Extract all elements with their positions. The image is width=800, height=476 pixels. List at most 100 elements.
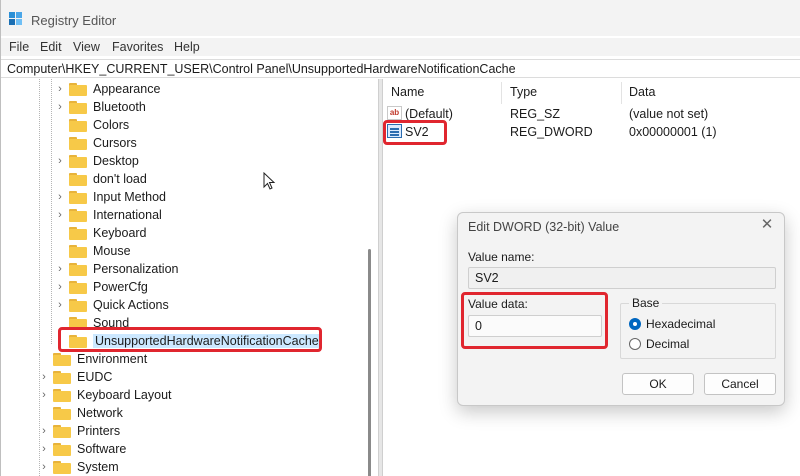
folder-icon	[69, 172, 87, 186]
chevron-right-icon[interactable]: ›	[55, 296, 65, 314]
hexadecimal-label[interactable]: Hexadecimal	[646, 317, 715, 331]
folder-icon	[69, 136, 87, 150]
radio-unselected-icon[interactable]	[629, 338, 641, 350]
tree-item[interactable]: Network	[39, 404, 123, 422]
tree-item-label: Input Method	[93, 190, 166, 204]
tree-item-label: System	[77, 460, 119, 474]
tree-item[interactable]: › Software	[39, 440, 126, 458]
chevron-right-icon[interactable]: ›	[55, 80, 65, 98]
folder-icon	[69, 100, 87, 114]
chevron-right-icon[interactable]: ›	[55, 152, 65, 170]
folder-icon	[53, 406, 71, 420]
folder-icon	[53, 460, 71, 474]
chevron-right-icon[interactable]: ›	[39, 422, 49, 440]
tree-item[interactable]: Mouse	[55, 242, 131, 260]
menu-bar: File Edit View Favorites Help	[1, 38, 800, 56]
folder-icon	[69, 208, 87, 222]
tree-item-label: International	[93, 208, 162, 222]
address-bar[interactable]: Computer\HKEY_CURRENT_USER\Control Panel…	[1, 59, 800, 78]
mouse-cursor-icon	[263, 172, 276, 190]
value-name-field[interactable]	[468, 267, 776, 289]
menu-help[interactable]: Help	[174, 40, 200, 54]
folder-icon	[53, 424, 71, 438]
value-data: 0x00000001 (1)	[629, 125, 717, 139]
chevron-right-icon[interactable]: ›	[39, 368, 49, 386]
column-header-data[interactable]: Data	[629, 85, 655, 99]
ok-button[interactable]: OK	[622, 373, 694, 395]
value-data: (value not set)	[629, 107, 709, 121]
tree-item-label: Software	[77, 442, 127, 456]
chevron-right-icon[interactable]: ›	[55, 206, 65, 224]
tree-item[interactable]: › Input Method	[55, 188, 166, 206]
tree-scrollbar[interactable]	[368, 249, 371, 476]
value-data-highlight	[461, 292, 608, 349]
tree-item-label: Keyboard	[93, 226, 147, 240]
chevron-right-icon[interactable]: ›	[55, 188, 65, 206]
decimal-radio[interactable]: Decimal	[629, 337, 689, 351]
tree-item[interactable]: › Printers	[39, 422, 120, 440]
tree-item[interactable]: › Appearance	[55, 80, 160, 98]
tree-item[interactable]: Cursors	[55, 134, 137, 152]
title-bar[interactable]: Registry Editor	[1, 0, 800, 36]
value-name-label: Value name:	[468, 250, 535, 264]
chevron-right-icon[interactable]: ›	[55, 98, 65, 116]
hexadecimal-radio[interactable]: Hexadecimal	[629, 317, 715, 331]
folder-icon	[69, 226, 87, 240]
menu-file[interactable]: File	[9, 40, 29, 54]
tree-item-label: Bluetooth	[93, 100, 146, 114]
column-header-name[interactable]: Name	[391, 85, 424, 99]
tree-item-label: Environment	[77, 352, 148, 366]
menu-favorites[interactable]: Favorites	[112, 40, 163, 54]
tree-item[interactable]: › System	[39, 458, 119, 476]
chevron-right-icon[interactable]: ›	[55, 260, 65, 278]
chevron-right-icon[interactable]: ›	[39, 386, 49, 404]
registry-editor-app-icon	[9, 12, 23, 26]
tree-item[interactable]: › EUDC	[39, 368, 112, 386]
key-tree-pane[interactable]: › Appearance › Bluetooth Colors Cursors › Deskt…	[1, 79, 378, 476]
tree-guide-line	[39, 79, 40, 354]
folder-icon	[69, 298, 87, 312]
base-label: Base	[629, 296, 663, 310]
tree-item[interactable]: › Bluetooth	[55, 98, 146, 116]
tree-item[interactable]: › Keyboard Layout	[39, 386, 171, 404]
menu-view[interactable]: View	[73, 40, 100, 54]
folder-icon	[53, 442, 71, 456]
chevron-right-icon[interactable]: ›	[39, 440, 49, 458]
tree-item[interactable]: Keyboard	[55, 224, 147, 242]
value-name: (Default)	[405, 107, 453, 121]
column-separator[interactable]	[501, 82, 502, 104]
folder-icon	[53, 388, 71, 402]
cancel-button[interactable]: Cancel	[704, 373, 776, 395]
tree-item[interactable]: don't load	[55, 170, 147, 188]
folder-icon	[69, 118, 87, 132]
decimal-label[interactable]: Decimal	[646, 337, 689, 351]
base-group: Base Hexadecimal Decimal	[620, 296, 776, 359]
column-header-type[interactable]: Type	[510, 85, 537, 99]
tree-item[interactable]: › PowerCfg	[55, 278, 148, 296]
menu-edit[interactable]: Edit	[40, 40, 62, 54]
tree-item[interactable]: › International	[55, 206, 162, 224]
tree-item[interactable]: Colors	[55, 116, 129, 134]
tree-item-label: Mouse	[93, 244, 131, 258]
chevron-right-icon[interactable]: ›	[55, 278, 65, 296]
string-value-icon: ab	[387, 106, 402, 120]
tree-item-label: Cursors	[93, 136, 137, 150]
folder-icon	[53, 352, 71, 366]
tree-item[interactable]: › Desktop	[55, 152, 139, 170]
chevron-right-icon[interactable]: ›	[39, 458, 49, 476]
column-separator[interactable]	[621, 82, 622, 104]
tree-item[interactable]: › Personalization	[55, 260, 178, 278]
close-icon[interactable]: ✕	[758, 216, 776, 234]
tree-item[interactable]: Environment	[39, 350, 147, 368]
address-path[interactable]: Computer\HKEY_CURRENT_USER\Control Panel…	[7, 62, 516, 76]
radio-selected-icon[interactable]	[629, 318, 641, 330]
selected-key-highlight	[58, 327, 322, 352]
folder-icon	[69, 82, 87, 96]
tree-item[interactable]: › Quick Actions	[55, 296, 169, 314]
value-type: REG_DWORD	[510, 125, 593, 139]
folder-icon	[69, 154, 87, 168]
